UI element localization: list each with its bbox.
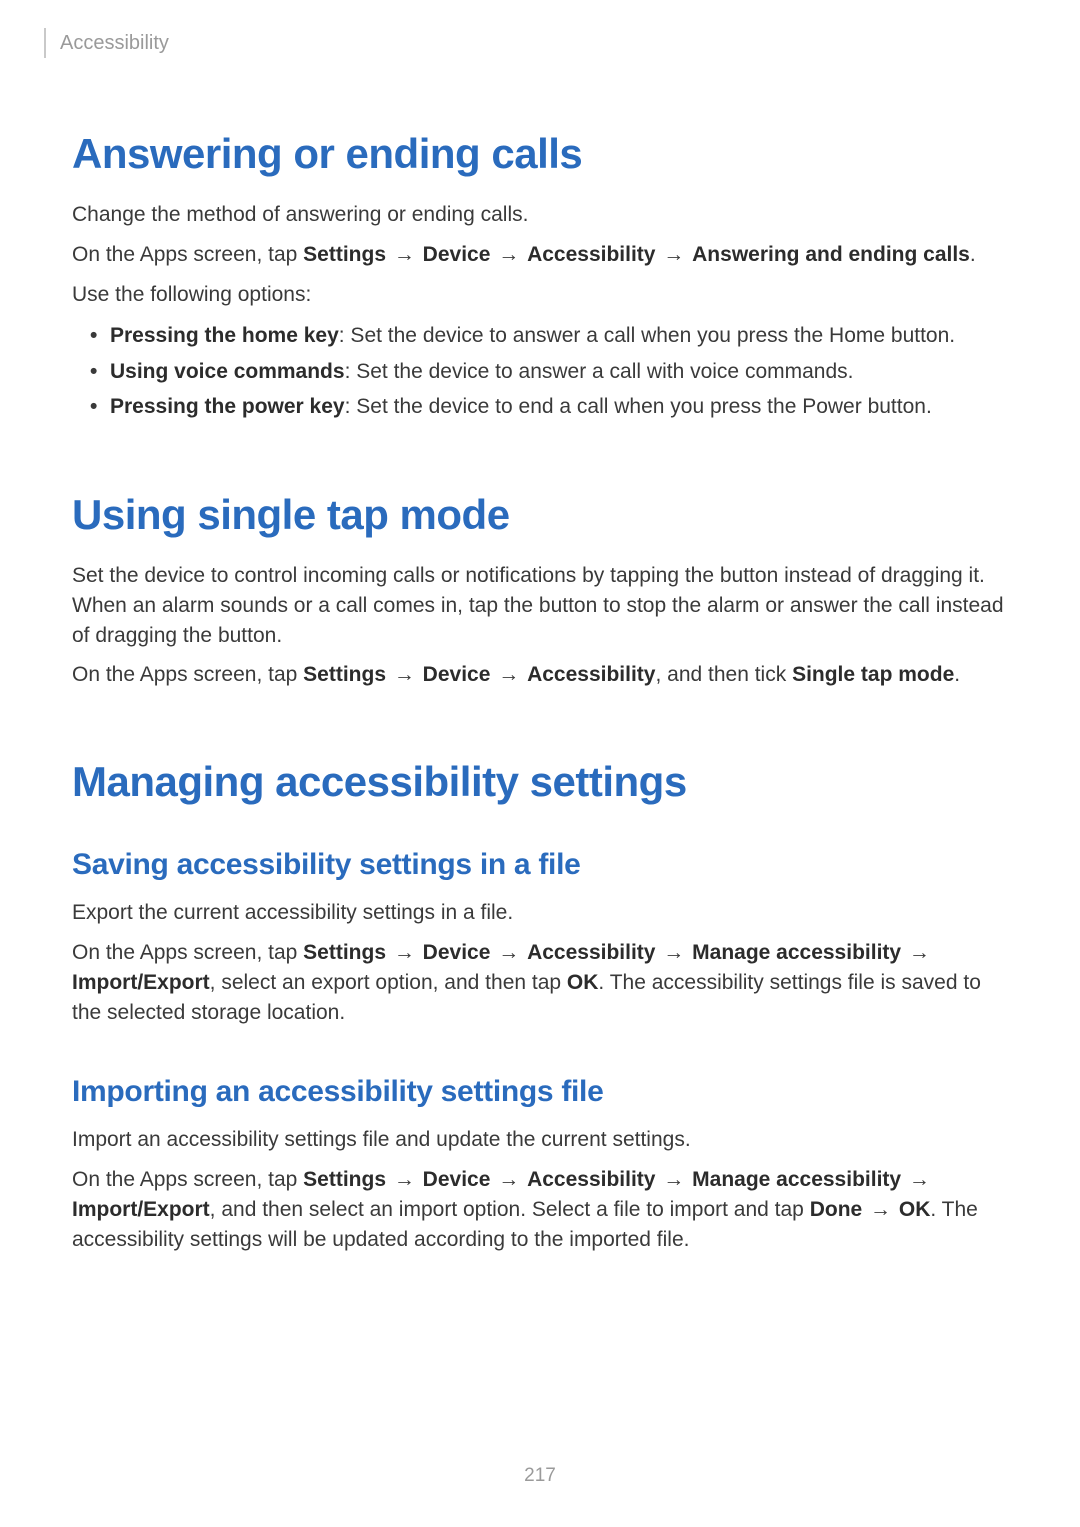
arrow-icon: → [386, 243, 423, 266]
subsection-saving: Saving accessibility settings in a file … [72, 848, 1008, 1027]
nav-step: Settings [303, 663, 386, 686]
arrow-icon: → [901, 1168, 932, 1191]
subsection-importing: Importing an accessibility settings file… [72, 1075, 1008, 1254]
section-single-tap: Using single tap mode Set the device to … [72, 491, 1008, 690]
intro-text: Export the current accessibility setting… [72, 898, 1008, 928]
nav-step: Import/Export [72, 971, 210, 994]
nav-step: Accessibility [527, 663, 655, 686]
option-term: Pressing the home key [110, 324, 339, 347]
arrow-icon: → [386, 1168, 423, 1191]
tail-after: . [954, 663, 960, 686]
nav-step: Manage accessibility [692, 1168, 901, 1191]
nav-step: Accessibility [527, 1168, 655, 1191]
heading-answering-calls: Answering or ending calls [72, 130, 1008, 178]
options-list: Pressing the home key: Set the device to… [72, 319, 1008, 423]
option-desc: : Set the device to end a call when you … [345, 395, 932, 418]
nav-step: Settings [303, 1168, 386, 1191]
nav-prefix: On the Apps screen, tap [72, 243, 303, 266]
arrow-icon: → [655, 941, 692, 964]
tail-before: , and then tick [655, 663, 792, 686]
mid-text: , and then select an import option. Sele… [210, 1198, 810, 1221]
arrow-icon: → [655, 243, 692, 266]
subheading-saving: Saving accessibility settings in a file [72, 848, 1008, 882]
heading-single-tap: Using single tap mode [72, 491, 1008, 539]
arrow-icon: → [386, 663, 423, 686]
arrow-icon: → [490, 243, 527, 266]
tail-bold: Single tap mode [792, 663, 954, 686]
options-lead: Use the following options: [72, 280, 1008, 310]
arrow-icon: → [490, 1168, 527, 1191]
page-header: Accessibility [44, 28, 1008, 58]
document-page: Accessibility Answering or ending calls … [0, 0, 1080, 1305]
intro-text: Change the method of answering or ending… [72, 200, 1008, 230]
nav-step: Device [423, 1168, 491, 1191]
nav-prefix: On the Apps screen, tap [72, 941, 303, 964]
nav-step: Device [423, 243, 491, 266]
list-item: Pressing the power key: Set the device t… [110, 390, 1008, 423]
arrow-icon: → [901, 941, 932, 964]
intro-text: Set the device to control incoming calls… [72, 561, 1008, 650]
nav-step: Import/Export [72, 1198, 210, 1221]
section-answering-calls: Answering or ending calls Change the met… [72, 130, 1008, 423]
page-number: 217 [0, 1465, 1080, 1487]
nav-path: On the Apps screen, tap Settings → Devic… [72, 240, 1008, 270]
ok-label: OK [567, 971, 599, 994]
heading-managing: Managing accessibility settings [72, 758, 1008, 806]
nav-step: Settings [303, 941, 386, 964]
intro-text: Import an accessibility settings file an… [72, 1125, 1008, 1155]
arrow-icon: → [490, 663, 527, 686]
done-label: Done [810, 1198, 863, 1221]
subheading-importing: Importing an accessibility settings file [72, 1075, 1008, 1109]
nav-suffix: . [970, 243, 976, 266]
nav-path: On the Apps screen, tap Settings → Devic… [72, 660, 1008, 690]
nav-prefix: On the Apps screen, tap [72, 1168, 303, 1191]
arrow-icon: → [862, 1198, 899, 1221]
nav-step: Device [423, 941, 491, 964]
mid-text: , select an export option, and then tap [210, 971, 567, 994]
nav-step: Answering and ending calls [692, 243, 970, 266]
nav-prefix: On the Apps screen, tap [72, 663, 303, 686]
arrow-icon: → [490, 941, 527, 964]
option-desc: : Set the device to answer a call with v… [345, 360, 854, 383]
header-section-label: Accessibility [60, 32, 169, 55]
option-term: Pressing the power key [110, 395, 345, 418]
nav-path: On the Apps screen, tap Settings → Devic… [72, 1165, 1008, 1254]
nav-path: On the Apps screen, tap Settings → Devic… [72, 938, 1008, 1027]
nav-step: Accessibility [527, 941, 655, 964]
section-managing-settings: Managing accessibility settings Saving a… [72, 758, 1008, 1255]
nav-step: Manage accessibility [692, 941, 901, 964]
option-term: Using voice commands [110, 360, 345, 383]
option-desc: : Set the device to answer a call when y… [339, 324, 955, 347]
arrow-icon: → [655, 1168, 692, 1191]
ok-label: OK [899, 1198, 931, 1221]
list-item: Using voice commands: Set the device to … [110, 355, 1008, 388]
nav-step: Device [423, 663, 491, 686]
arrow-icon: → [386, 941, 423, 964]
nav-step: Settings [303, 243, 386, 266]
list-item: Pressing the home key: Set the device to… [110, 319, 1008, 352]
nav-step: Accessibility [527, 243, 655, 266]
